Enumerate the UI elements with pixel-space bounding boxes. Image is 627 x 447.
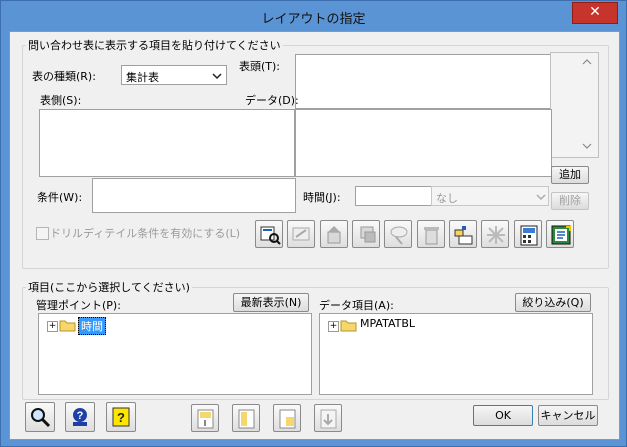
move-down-button[interactable]	[352, 220, 380, 248]
layout-button[interactable]	[449, 220, 477, 248]
layout-icon	[454, 226, 473, 245]
ok-button[interactable]: OK	[473, 405, 533, 426]
insert-side-button[interactable]	[232, 404, 260, 432]
pivot-icon	[487, 226, 505, 244]
data-label: データ(D):	[245, 94, 299, 107]
points-label: 管理ポイント(P):	[36, 299, 121, 312]
tree-expander[interactable]: +	[328, 321, 339, 332]
dialog-body: 問い合わせ表に表示する項目を貼り付けてください 表の種類(R): 集計表 表頭(…	[9, 31, 620, 440]
move-down-icon	[360, 226, 376, 243]
field-properties-icon	[260, 226, 281, 245]
time-select-value: なし	[436, 192, 458, 205]
calculator-icon	[520, 225, 538, 246]
filter-items-button[interactable]: 絞り込み(Q)	[515, 293, 591, 312]
folder-icon	[59, 320, 76, 332]
search-button[interactable]	[25, 402, 55, 432]
move-up-button[interactable]	[320, 220, 348, 248]
condition-field[interactable]	[92, 178, 296, 213]
chevron-down-icon	[212, 73, 222, 80]
refresh-button[interactable]	[546, 220, 574, 248]
refresh-icon	[551, 225, 571, 245]
chevron-down-icon	[536, 194, 546, 201]
filter-icon	[390, 226, 408, 245]
latest-display-button[interactable]: 最新表示(N)	[233, 293, 309, 312]
tree-item-time[interactable]: 時間	[78, 317, 106, 335]
data-items-tree[interactable]: + MPATATBL	[319, 313, 593, 395]
insert-side-icon	[238, 409, 255, 429]
add-button[interactable]: 追加	[551, 166, 589, 184]
format-icon	[292, 227, 310, 241]
management-points-tree[interactable]: + 時間	[38, 313, 312, 395]
paste-group-legend: 問い合わせ表に表示する項目を貼り付けてください	[26, 37, 283, 53]
insert-data-button[interactable]	[273, 404, 301, 432]
move-up-icon	[327, 226, 341, 244]
help-icon: ?	[112, 407, 130, 427]
filter-button[interactable]	[384, 220, 412, 248]
header-area[interactable]	[295, 54, 552, 109]
delete-button[interactable]: 削除	[551, 192, 589, 210]
remove-field-icon	[320, 409, 337, 429]
side-label: 表側(S):	[40, 94, 82, 107]
title-bar[interactable]: レイアウトの指定 ✕	[1, 1, 626, 31]
drill-checkbox[interactable]	[36, 227, 49, 240]
insert-top-icon	[197, 409, 214, 429]
remove-field-button[interactable]	[314, 404, 342, 432]
svg-text:?: ?	[117, 410, 125, 425]
table-type-select[interactable]: 集計表	[121, 65, 227, 85]
insert-top-button[interactable]	[191, 404, 219, 432]
search-icon	[31, 408, 51, 428]
tree-expander[interactable]: +	[47, 321, 58, 332]
pivot-button[interactable]	[481, 220, 509, 248]
header-label: 表頭(T):	[239, 60, 281, 73]
help-person-icon: ?	[73, 408, 87, 426]
table-type-value: 集計表	[126, 71, 159, 84]
close-button[interactable]: ✕	[572, 2, 618, 24]
insert-data-icon	[279, 409, 296, 429]
folder-icon	[340, 320, 357, 332]
help-topic-button[interactable]: ?	[65, 402, 95, 432]
cancel-button[interactable]: キャンセル	[538, 405, 598, 426]
time-field[interactable]	[355, 186, 432, 206]
data-items-label: データ項目(A):	[319, 299, 394, 312]
scroll-down-icon[interactable]	[582, 143, 592, 150]
time-select[interactable]: なし	[431, 186, 549, 206]
tree-item-mpatatbl[interactable]: MPATATBL	[360, 317, 415, 330]
help-button[interactable]: ?	[106, 402, 136, 432]
drill-checkbox-label: ドリルディテイル条件を有効にする(L)	[50, 227, 241, 240]
side-area[interactable]	[39, 109, 295, 177]
window-title: レイアウトの指定	[261, 12, 366, 27]
page-scrollbar[interactable]	[550, 52, 599, 158]
data-area[interactable]	[295, 109, 552, 177]
time-label: 時間(J):	[303, 191, 341, 204]
delete-icon	[424, 227, 439, 245]
scroll-up-icon[interactable]	[582, 58, 592, 65]
calculator-button[interactable]	[514, 220, 542, 248]
svg-text:?: ?	[77, 410, 84, 422]
table-type-label: 表の種類(R):	[32, 70, 96, 83]
dialog-window: レイアウトの指定 ✕ 問い合わせ表に表示する項目を貼り付けてください 表の種類(…	[0, 0, 627, 447]
delete-item-button[interactable]	[417, 220, 445, 248]
items-group-legend: 項目(ここから選択してください)	[26, 279, 192, 295]
format-button[interactable]	[287, 220, 315, 248]
field-properties-button[interactable]	[255, 220, 283, 248]
condition-label: 条件(W):	[37, 191, 83, 204]
